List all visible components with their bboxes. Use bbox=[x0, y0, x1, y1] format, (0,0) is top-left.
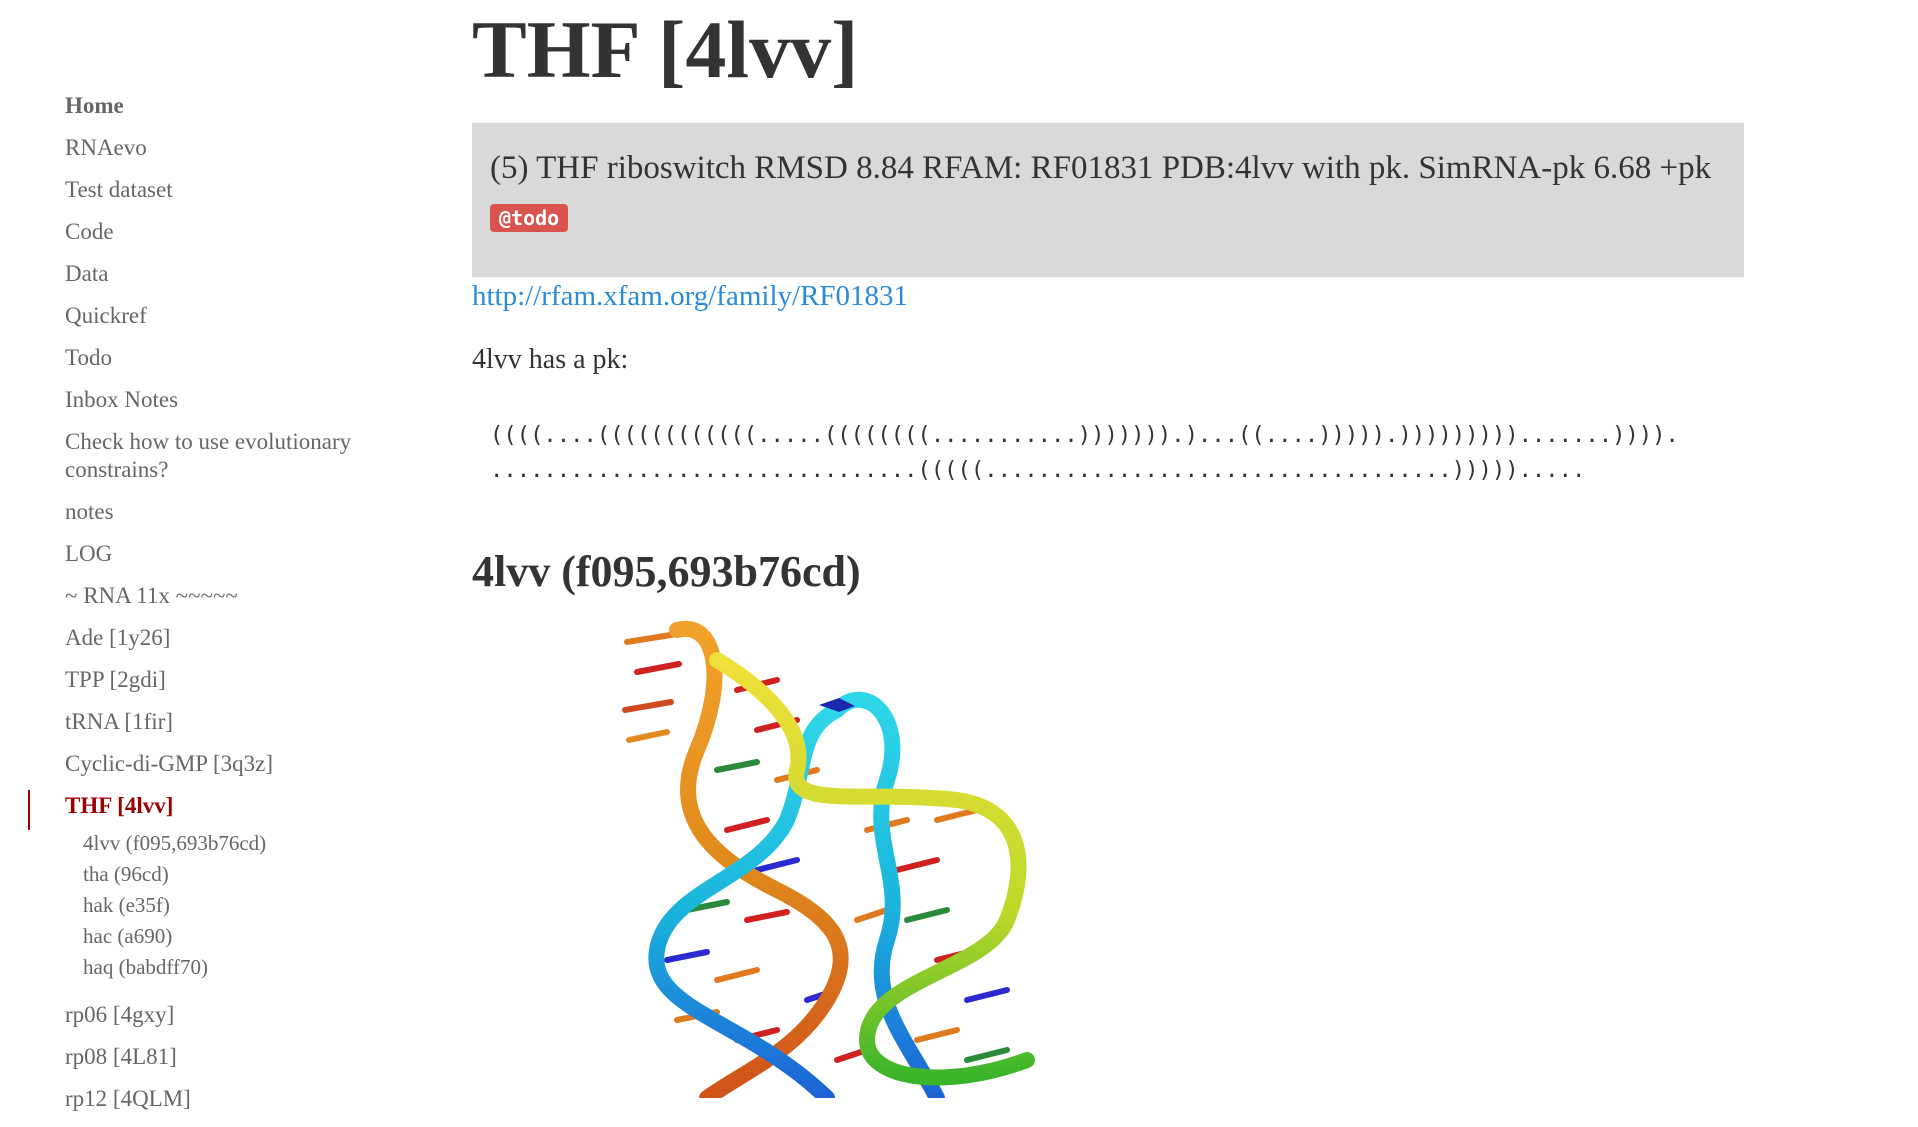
page-title: THF [4lvv] bbox=[472, 4, 859, 95]
sidebar-item-home[interactable]: Home bbox=[65, 92, 405, 120]
sidebar-item-quickref[interactable]: Quickref bbox=[65, 302, 405, 330]
sidebar-nav: Home RNAevo Test dataset Code Data Quick… bbox=[65, 92, 405, 1127]
subitem-hak[interactable]: hak (e35f) bbox=[83, 890, 405, 921]
callout-text: (5) THF riboswitch RMSD 8.84 RFAM: RF018… bbox=[490, 150, 1712, 186]
sidebar-item-tpp[interactable]: TPP [2gdi] bbox=[65, 666, 405, 694]
dot-bracket-line-1: ((((....((((((((((((.....((((((((.......… bbox=[490, 422, 1679, 448]
subitem-tha[interactable]: tha (96cd) bbox=[83, 859, 405, 890]
sidebar-item-ade[interactable]: Ade [1y26] bbox=[65, 624, 405, 652]
subitem-4lvv[interactable]: 4lvv (f095,693b76cd) bbox=[83, 828, 405, 859]
pk-description: 4lvv has a pk: bbox=[472, 344, 629, 375]
section-heading: 4lvv (f095,693b76cd) bbox=[472, 547, 861, 596]
sidebar-item-test-dataset[interactable]: Test dataset bbox=[65, 176, 405, 204]
sidebar-item-code[interactable]: Code bbox=[65, 218, 405, 246]
sidebar: Home RNAevo Test dataset Code Data Quick… bbox=[0, 0, 440, 1111]
sidebar-item-rp12[interactable]: rp12 [4QLM] bbox=[65, 1085, 405, 1113]
rna-3d-structure-image bbox=[607, 620, 1167, 1106]
sidebar-item-cyclic-di-gmp[interactable]: Cyclic-di-GMP [3q3z] bbox=[65, 750, 405, 778]
subitem-haq[interactable]: haq (babdff70) bbox=[83, 952, 405, 983]
subitem-hac[interactable]: hac (a690) bbox=[83, 921, 405, 952]
sidebar-item-todo[interactable]: Todo bbox=[65, 344, 405, 372]
subitem-list: 4lvv (f095,693b76cd) tha (96cd) hak (e35… bbox=[83, 828, 405, 983]
sidebar-item-rna-11x[interactable]: ~ RNA 11x ~~~~~ bbox=[65, 582, 405, 610]
rna-ribbon-illustration bbox=[622, 620, 1035, 1106]
sidebar-item-inbox-notes[interactable]: Inbox Notes bbox=[65, 386, 405, 414]
sidebar-item-notes[interactable]: notes bbox=[65, 498, 405, 526]
main-content: THF [4lvv] (5) THF riboswitch RMSD 8.84 … bbox=[472, 0, 1772, 1106]
sidebar-item-log[interactable]: LOG bbox=[65, 540, 405, 568]
todo-tag-badge[interactable]: @todo bbox=[490, 204, 569, 232]
sidebar-subitems: 4lvv (f095,693b76cd) tha (96cd) hak (e35… bbox=[65, 828, 405, 983]
active-nav-indicator bbox=[28, 790, 30, 830]
rfam-family-link[interactable]: http://rfam.xfam.org/family/RF01831 bbox=[472, 278, 908, 314]
sidebar-item-thf-active[interactable]: THF [4lvv] bbox=[65, 792, 405, 820]
sidebar-item-trna[interactable]: tRNA [1fir] bbox=[65, 708, 405, 736]
dot-bracket-block: ((((....((((((((((((.....((((((((.......… bbox=[490, 418, 1679, 488]
dot-bracket-line-2: ................................(((((...… bbox=[490, 457, 1586, 483]
sidebar-item-rnaevo[interactable]: RNAevo bbox=[65, 134, 405, 162]
sidebar-item-rp08[interactable]: rp08 [4L81] bbox=[65, 1043, 405, 1071]
note-callout: (5) THF riboswitch RMSD 8.84 RFAM: RF018… bbox=[472, 123, 1744, 277]
sidebar-item-evolutionary-constrains[interactable]: Check how to use evolutionary constrains… bbox=[65, 428, 405, 484]
sidebar-item-data[interactable]: Data bbox=[65, 260, 405, 288]
sidebar-item-rp06[interactable]: rp06 [4gxy] bbox=[65, 1001, 405, 1029]
